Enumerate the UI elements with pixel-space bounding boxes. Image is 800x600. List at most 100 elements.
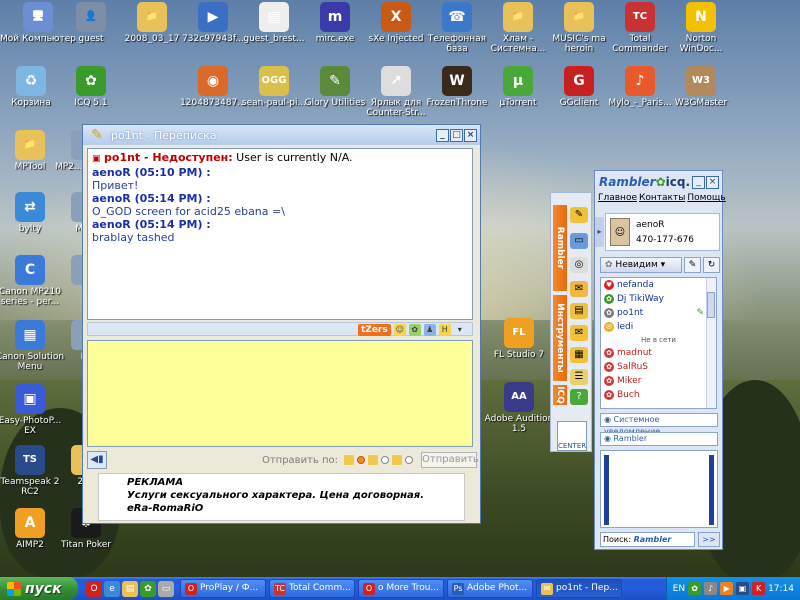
message-header: aenoR (05:14 PM) : bbox=[92, 192, 211, 205]
contact-item[interactable]: ✿ Dj TikiWay bbox=[601, 292, 716, 306]
rambler-banner[interactable] bbox=[600, 450, 718, 528]
kaspersky-icon[interactable]: K bbox=[752, 582, 766, 595]
icq-window[interactable]: Rambler✿icq. _ × Главное Контакты Помощь… bbox=[594, 170, 726, 550]
avatar[interactable]: ☺ bbox=[610, 218, 630, 246]
contact-item[interactable]: ✿ Miker bbox=[601, 374, 716, 388]
desktop-icon[interactable]: ▣ Easy-PhotoP... EX bbox=[0, 384, 68, 436]
chat-titlebar[interactable]: ✎ po1nt - Переписка _ □ × bbox=[83, 125, 480, 145]
back-button[interactable]: ◀▮ bbox=[87, 451, 107, 469]
people-icon[interactable]: ♟ bbox=[423, 324, 436, 336]
smiley-icon[interactable]: ☺ bbox=[393, 324, 406, 336]
explorer-icon[interactable]: e bbox=[104, 580, 120, 597]
search-brand: Rambler bbox=[633, 535, 672, 544]
minimize-button[interactable]: _ bbox=[692, 175, 705, 189]
tools-button[interactable]: ✎ bbox=[684, 257, 701, 273]
system-notice-button[interactable]: ◉ Системное уведомление bbox=[600, 413, 718, 436]
total-commander-icon: TC bbox=[625, 2, 655, 32]
search-input[interactable]: Поиск: Rambler bbox=[600, 532, 695, 547]
search-go-button[interactable]: >> bbox=[698, 532, 720, 547]
icq-icon[interactable]: ✿ bbox=[140, 580, 156, 597]
window-icon[interactable]: ▭ bbox=[570, 233, 588, 249]
menu-help[interactable]: Помощь bbox=[687, 193, 725, 207]
help-icon[interactable]: ? bbox=[570, 389, 588, 405]
contact-list[interactable]: ♥ nefanda ✿ Dj TikiWay ✿ po1nt ✉ ledi Не в сети… bbox=[600, 277, 717, 409]
center-button[interactable]: CENTER bbox=[557, 421, 587, 451]
menu-contacts[interactable]: Контакты bbox=[639, 193, 685, 207]
tab-icq[interactable]: ICQ bbox=[553, 385, 567, 405]
status-dropdown[interactable]: ✿ Невидим ▾ bbox=[600, 257, 682, 273]
mail-icon[interactable]: ✉ bbox=[570, 281, 588, 297]
icq-titlebar[interactable]: Rambler✿icq. _ × bbox=[595, 171, 722, 193]
tzers-button[interactable]: tZers bbox=[358, 324, 391, 336]
chat-window[interactable]: ✎ po1nt - Переписка _ □ × ▣ po1nt - Недо… bbox=[82, 124, 481, 524]
typing-indicator-icon: ✎ bbox=[696, 308, 704, 318]
close-button[interactable]: × bbox=[464, 128, 477, 142]
taskbar-task[interactable]: O ProPlay / Ф... bbox=[180, 579, 266, 598]
taskbar-task[interactable]: ✉ po1nt - Пер... bbox=[536, 579, 622, 598]
taskbar-task[interactable]: Ps Adobe Phot... bbox=[447, 579, 533, 598]
scroll-thumb[interactable] bbox=[707, 292, 715, 318]
contact-name: ledi bbox=[617, 322, 634, 332]
chat-bubble-icon[interactable]: ✉ bbox=[570, 325, 588, 341]
desktop-icon[interactable]: FL FL Studio 7 bbox=[481, 318, 557, 360]
refresh-button[interactable]: ↻ bbox=[703, 257, 720, 273]
taskbar-task[interactable]: TC Total Comm... bbox=[269, 579, 355, 598]
list-icon[interactable]: ☰ bbox=[570, 369, 588, 385]
speaker-icon[interactable]: ♪ bbox=[704, 582, 718, 595]
rambler-tab[interactable]: ◉ Rambler bbox=[600, 432, 718, 446]
aimp-tray-icon[interactable]: ▶ bbox=[720, 582, 734, 595]
profile-panel[interactable]: ☺ aenoR 470-177-676 bbox=[605, 213, 720, 251]
menu-main[interactable]: Главное bbox=[598, 193, 637, 207]
minimize-button[interactable]: _ bbox=[436, 128, 449, 142]
contact-item[interactable]: ✿ madnut bbox=[601, 346, 716, 360]
dropdown-arrow-icon[interactable]: ▾ bbox=[454, 324, 466, 336]
message-icon: ✉ bbox=[604, 322, 614, 332]
sxe-icon: X bbox=[381, 2, 411, 32]
contact-item[interactable]: ✿ Buch bbox=[601, 388, 716, 402]
desktop-icon[interactable]: ▭ bbox=[158, 580, 174, 597]
desktop-icon[interactable]: N Norton WinDoc... bbox=[663, 2, 739, 54]
brand-rambler: Rambler bbox=[599, 175, 656, 189]
desktop-icon[interactable]: W3 W3GMaster bbox=[663, 66, 739, 108]
quick-launch: O e ▤ ✿ ▭ bbox=[86, 580, 174, 597]
maximize-button[interactable]: □ bbox=[450, 128, 463, 142]
message-input[interactable] bbox=[87, 340, 473, 447]
contact-list-scrollbar[interactable] bbox=[706, 278, 716, 408]
aimp-icon: A bbox=[15, 508, 45, 538]
pencil-icon[interactable]: ✎ bbox=[570, 207, 588, 223]
send-button[interactable]: Отправить bbox=[421, 452, 479, 468]
folder-icon[interactable]: ▤ bbox=[122, 580, 138, 597]
chat-history[interactable]: ▣ po1nt - Недоступен: User is currently … bbox=[87, 148, 473, 320]
norton-icon: N bbox=[686, 2, 716, 32]
folder-icon: 📁 bbox=[137, 2, 167, 32]
send-option-radio[interactable] bbox=[381, 456, 389, 464]
ad-banner[interactable]: РЕКЛАМА Услуги сексуального характера. Ц… bbox=[98, 473, 465, 521]
history-icon[interactable]: H bbox=[438, 324, 451, 336]
taskbar-task[interactable]: Oо More Trou... bbox=[358, 579, 444, 598]
close-button[interactable]: × bbox=[706, 175, 719, 189]
contact-item[interactable]: ✿ SalRuS bbox=[601, 360, 716, 374]
tab-tools[interactable]: Инструменты bbox=[553, 295, 567, 381]
clock[interactable]: 17:14 bbox=[768, 584, 794, 594]
language-indicator[interactable]: EN bbox=[673, 584, 685, 594]
start-button[interactable]: пуск bbox=[0, 577, 78, 600]
desktop-icon-label: Easy-PhotoP... EX bbox=[0, 416, 62, 436]
desktop-icon[interactable]: AA Adobe Audition 1.5 bbox=[481, 382, 557, 434]
send-option-radio[interactable] bbox=[357, 456, 365, 464]
flower-icon[interactable]: ✿ bbox=[408, 324, 421, 336]
send-option-radio[interactable] bbox=[405, 456, 413, 464]
contact-item[interactable]: ✉ ledi bbox=[601, 320, 716, 334]
expand-arrow-icon[interactable]: ▸ bbox=[595, 217, 604, 247]
note-icon[interactable]: ▤ bbox=[570, 303, 588, 319]
desktop-icon[interactable]: ✿ ICQ 5.1 bbox=[53, 66, 129, 108]
folder-icon[interactable]: ▦ bbox=[570, 347, 588, 363]
desktop-icon-label: ICQ 5.1 bbox=[74, 98, 108, 108]
cd-icon[interactable]: ◎ bbox=[570, 257, 588, 273]
contact-item[interactable]: ♥ nefanda bbox=[601, 278, 716, 292]
icq-tray-icon[interactable]: ✿ bbox=[688, 582, 702, 595]
tab-rambler[interactable]: Rambler bbox=[553, 205, 567, 291]
opera-icon[interactable]: O bbox=[86, 580, 102, 597]
brand-icq: icq. bbox=[665, 175, 691, 189]
network-tray-icon[interactable]: ▣ bbox=[736, 582, 750, 595]
search-label: Поиск: bbox=[603, 535, 632, 544]
